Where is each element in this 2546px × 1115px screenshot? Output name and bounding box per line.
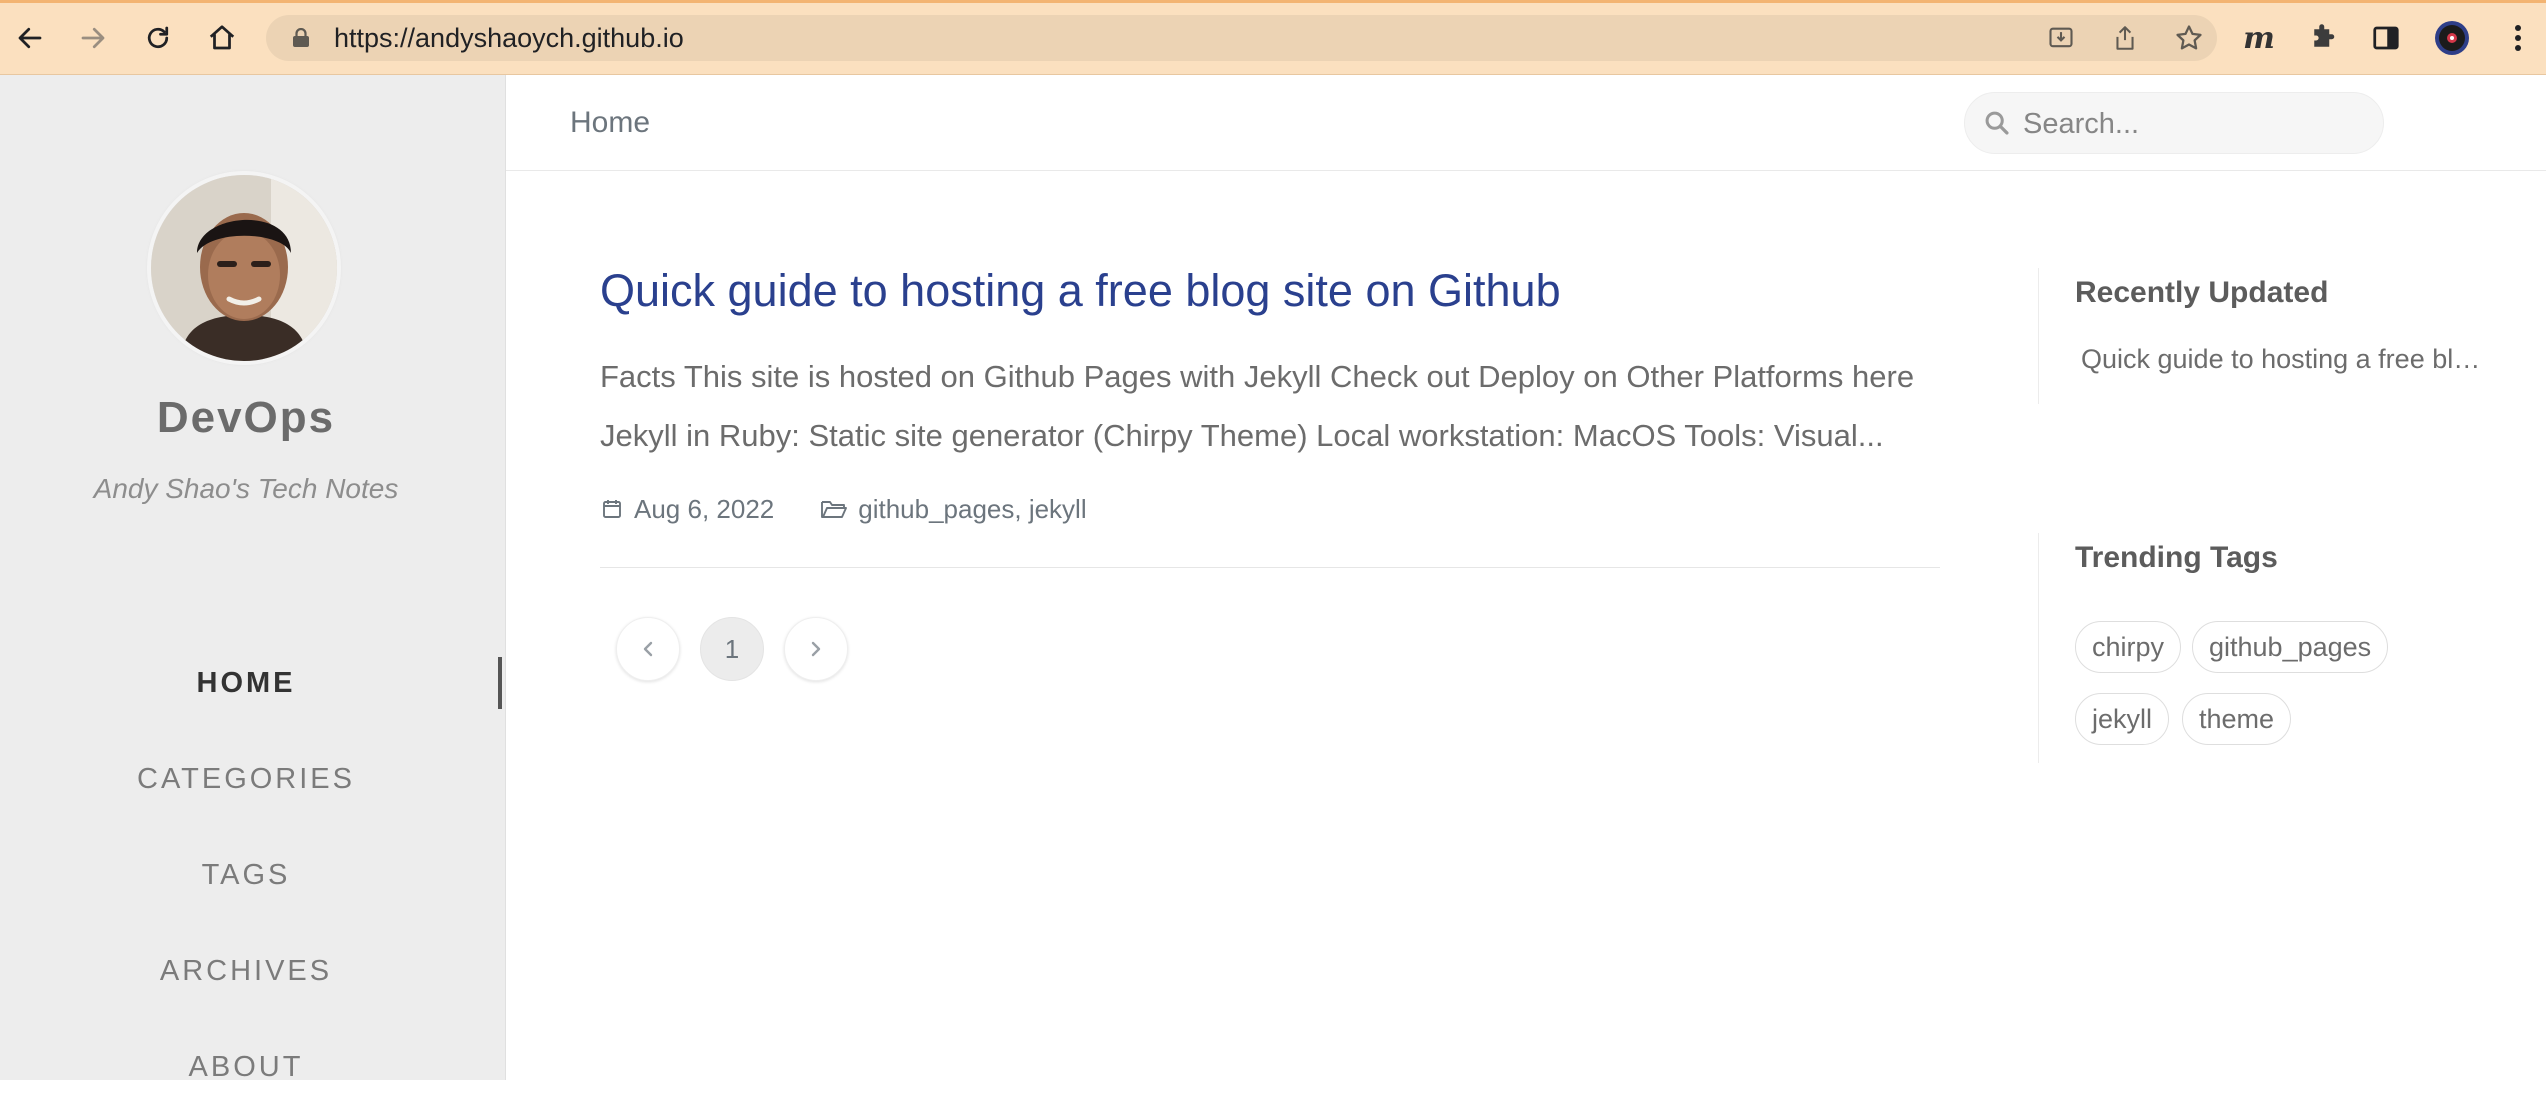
topbar: Home	[506, 75, 2546, 171]
forward-arrow-icon[interactable]	[74, 19, 112, 57]
lock-icon[interactable]	[292, 27, 310, 53]
chevron-left-icon	[643, 641, 653, 657]
share-icon[interactable]	[2108, 21, 2142, 55]
window-accent-bar	[0, 0, 2546, 3]
reload-icon[interactable]	[139, 19, 177, 57]
post-excerpt: Facts This site is hosted on Github Page…	[600, 347, 1940, 465]
tag-chirpy[interactable]: chirpy	[2075, 621, 2182, 673]
sidebar-nav: HOME CATEGORIES TAGS ARCHIVES ABOUT	[0, 635, 506, 1115]
sidebar-item-home[interactable]: HOME	[0, 635, 502, 731]
search-input[interactable]	[2021, 93, 2365, 155]
search-box[interactable]	[1964, 92, 2384, 155]
side-panel-icon[interactable]	[2367, 19, 2405, 57]
post-categories[interactable]: github_pages, jekyll	[858, 494, 1086, 525]
tag-theme[interactable]: theme	[2182, 693, 2292, 745]
post-excerpt-line: Facts This site is hosted on Github Page…	[600, 359, 1915, 394]
sidebar-item-tags[interactable]: TAGS	[0, 827, 492, 923]
trending-tags-panel: Trending Tags chirpy github_pages jekyll…	[2038, 533, 2508, 763]
recently-updated-panel: Recently Updated Quick guide to hosting …	[2038, 268, 2508, 404]
sidebar: DevOps Andy Shao's Tech Notes HOME CATEG…	[0, 75, 506, 1083]
sidebar-item-about[interactable]: ABOUT	[0, 1019, 492, 1115]
bookmark-star-icon[interactable]	[2172, 21, 2206, 55]
post-title-link[interactable]: Quick guide to hosting a free blog site …	[600, 265, 1561, 317]
profile-avatar-icon[interactable]	[2433, 19, 2471, 57]
folder-open-icon	[820, 497, 848, 521]
sidebar-item-archives[interactable]: ARCHIVES	[0, 923, 492, 1019]
extensions-puzzle-icon[interactable]	[2304, 19, 2342, 57]
pagination-next-button[interactable]	[784, 617, 848, 681]
search-icon	[1983, 109, 2011, 142]
address-bar[interactable]: https://andyshaoych.github.io	[266, 15, 2217, 61]
install-app-icon[interactable]	[2044, 21, 2078, 55]
tag-github-pages[interactable]: github_pages	[2192, 621, 2389, 673]
recently-updated-heading: Recently Updated	[2075, 276, 2329, 309]
back-arrow-icon[interactable]	[11, 19, 49, 57]
post-meta: Aug 6, 2022 github_pages, jekyll	[600, 489, 1087, 529]
chevron-right-icon	[811, 641, 821, 657]
site-subtitle: Andy Shao's Tech Notes	[93, 473, 399, 504]
calendar-icon	[600, 497, 624, 521]
pagination-page-button[interactable]: 1	[700, 617, 764, 681]
avatar[interactable]	[151, 175, 337, 361]
recent-post-link[interactable]: Quick guide to hosting a free blog site …	[2081, 344, 2491, 375]
trending-tags-heading: Trending Tags	[2075, 541, 2278, 574]
home-icon[interactable]	[203, 19, 241, 57]
tag-jekyll[interactable]: jekyll	[2075, 693, 2170, 745]
post-divider	[600, 567, 1940, 568]
site-title[interactable]: DevOps	[0, 393, 492, 443]
post-excerpt-line: Jekyll in Ruby: Static site generator (C…	[600, 418, 1884, 453]
m-extension-icon[interactable]: m	[2240, 19, 2278, 57]
breadcrumb: Home	[570, 106, 651, 139]
pagination-prev-button[interactable]	[616, 617, 680, 681]
url-text[interactable]: https://andyshaoych.github.io	[334, 15, 684, 61]
post-date: Aug 6, 2022	[634, 493, 775, 524]
more-menu-icon[interactable]	[2499, 19, 2537, 57]
browser-toolbar: https://andyshaoych.github.io m	[0, 0, 2546, 75]
sidebar-item-categories[interactable]: CATEGORIES	[0, 731, 492, 827]
